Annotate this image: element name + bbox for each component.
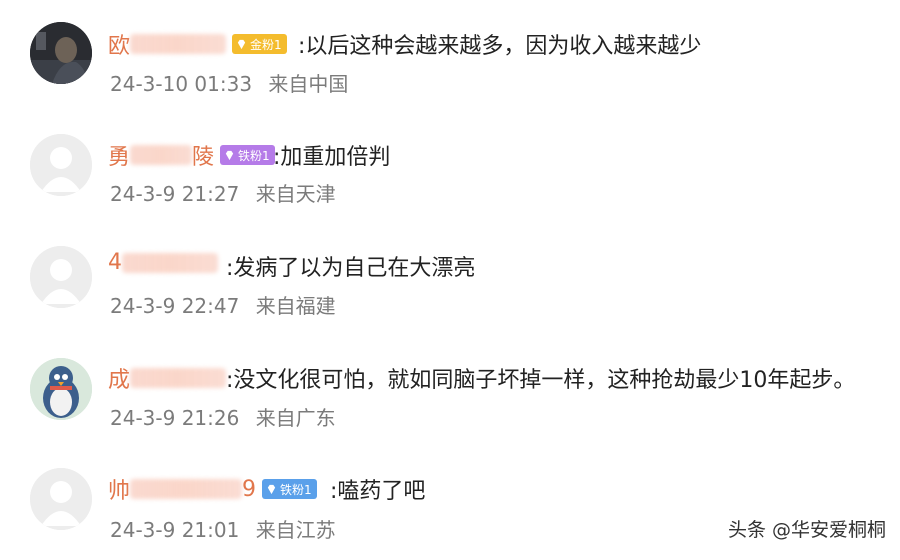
- penguin-avatar-icon: [30, 358, 92, 420]
- comment-date: 24-3-9 22:47: [110, 294, 240, 318]
- comment-date: 24-3-9 21:01: [110, 518, 240, 542]
- comment-item: 帅 9 铁粉1 :嗑药了吧 24-3-9 21:01 来自江苏: [0, 448, 900, 560]
- comment-meta: 24-3-9 21:27 来自天津: [110, 178, 336, 207]
- user-avatar[interactable]: [30, 468, 92, 530]
- username-tail: 陵: [192, 145, 215, 170]
- username[interactable]: 4: [108, 250, 218, 275]
- comment-meta: 24-3-10 01:33 来自中国: [110, 68, 348, 97]
- fan-badge-label: 铁粉1: [280, 482, 312, 497]
- username-visible: 帅: [108, 479, 131, 504]
- fan-badge[interactable]: 铁粉1: [262, 479, 317, 499]
- username[interactable]: 成: [108, 362, 227, 394]
- username-blur: [130, 34, 227, 54]
- comment-meta: 24-3-9 21:26 来自广东: [110, 402, 336, 431]
- username-visible: 4: [108, 250, 122, 275]
- username[interactable]: 帅 9 铁粉1: [108, 473, 317, 505]
- comment-date: 24-3-10 01:33: [110, 72, 253, 96]
- comment-location: 来自福建: [255, 294, 336, 318]
- photo-avatar-icon: [30, 22, 92, 84]
- comment-location: 来自江苏: [255, 518, 336, 542]
- username-visible: 成: [108, 368, 131, 393]
- default-avatar-icon: [30, 468, 92, 530]
- fan-badge[interactable]: 铁粉1: [220, 145, 275, 165]
- username[interactable]: 勇 陵 铁粉1: [108, 139, 275, 171]
- username-blur: [122, 252, 218, 273]
- diamond-icon: [225, 150, 234, 160]
- username-visible: 勇: [108, 145, 131, 170]
- comment-location: 来自天津: [255, 182, 336, 206]
- diamond-icon: [237, 39, 246, 49]
- comment-item: 勇 陵 铁粉1 :加重加倍判 24-3-9 21:27 来自天津: [0, 112, 900, 224]
- username-visible: 欧: [108, 34, 131, 59]
- default-avatar-icon: [30, 246, 92, 308]
- comment-text: :嗑药了吧: [330, 479, 426, 504]
- comment-date: 24-3-9 21:27: [110, 182, 240, 206]
- comment-item: 欧 金粉1 :以后这种会越来越多，因为收入越来越少 24-3-10 01:33 …: [0, 0, 900, 112]
- fan-badge[interactable]: 金粉1: [232, 34, 287, 54]
- comment-text: :以后这种会越来越多，因为收入越来越少: [298, 34, 702, 59]
- comment-text: :没文化很可怕，就如同脑子坏掉一样，这种抢劫最少10年起步。: [226, 368, 856, 393]
- username-blur: [130, 145, 193, 165]
- source-watermark: 头条 @华安爱桐桐: [727, 519, 886, 541]
- comment-meta: 24-3-9 21:01 来自江苏: [110, 514, 336, 543]
- user-avatar[interactable]: [30, 134, 92, 196]
- comment-text: :发病了以为自己在大漂亮: [226, 256, 476, 281]
- user-avatar[interactable]: [30, 246, 92, 308]
- user-avatar[interactable]: [30, 358, 92, 420]
- comment-location: 来自广东: [255, 406, 336, 430]
- comment-date: 24-3-9 21:26: [110, 406, 240, 430]
- default-avatar-icon: [30, 134, 92, 196]
- fan-badge-label: 金粉1: [250, 37, 282, 52]
- username-tail: 9: [242, 476, 257, 502]
- comment-item: 4 :发病了以为自己在大漂亮 24-3-9 22:47 来自福建: [0, 224, 900, 336]
- user-avatar[interactable]: [30, 22, 92, 84]
- username-blur: [130, 368, 227, 388]
- username[interactable]: 欧 金粉1: [108, 28, 287, 60]
- username-blur: [130, 479, 243, 499]
- comment-item: 成 :没文化很可怕，就如同脑子坏掉一样，这种抢劫最少10年起步。 24-3-9 …: [0, 336, 900, 448]
- diamond-icon: [267, 484, 276, 494]
- comment-meta: 24-3-9 22:47 来自福建: [110, 290, 336, 319]
- fan-badge-label: 铁粉1: [238, 148, 270, 163]
- comment-location: 来自中国: [268, 72, 349, 96]
- comment-text: :加重加倍判: [273, 145, 391, 170]
